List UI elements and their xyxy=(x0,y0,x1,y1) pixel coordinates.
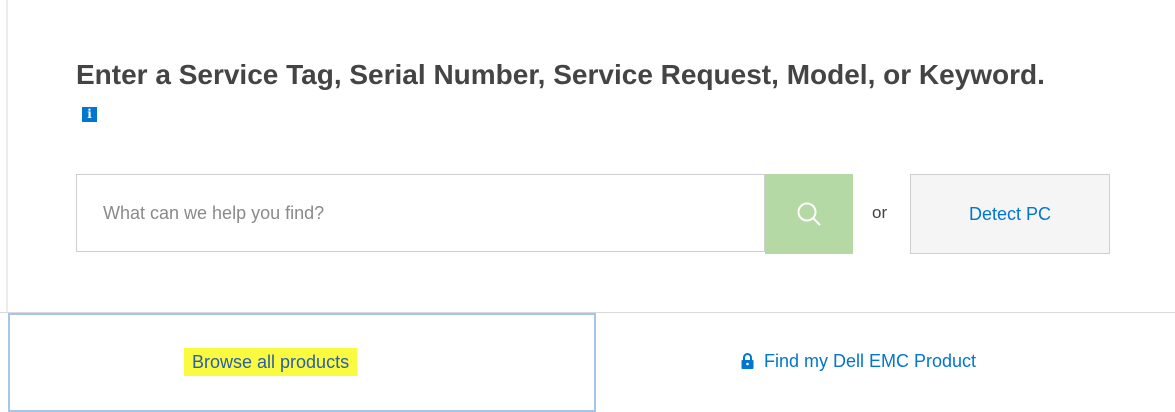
page-title: Enter a Service Tag, Serial Number, Serv… xyxy=(76,57,1056,129)
emc-tab-content: Find my Dell EMC Product xyxy=(741,349,976,373)
tab-find-my-dell-emc-product[interactable]: Find my Dell EMC Product xyxy=(596,313,1175,412)
find-my-dell-emc-product-label: Find my Dell EMC Product xyxy=(764,350,977,371)
left-edge-divider xyxy=(6,0,8,312)
detect-pc-button[interactable]: Detect PC xyxy=(910,174,1110,254)
search-icon xyxy=(797,202,821,226)
page-title-text: Enter a Service Tag, Serial Number, Serv… xyxy=(76,59,1045,90)
search-button[interactable] xyxy=(765,174,853,254)
tab-browse-all-products[interactable]: Browse all products xyxy=(8,313,596,412)
or-separator: or xyxy=(872,203,888,222)
search-input[interactable] xyxy=(77,175,764,251)
lock-icon xyxy=(741,353,754,369)
info-icon[interactable]: i xyxy=(82,107,97,122)
search-box xyxy=(76,174,765,252)
support-search-page: Enter a Service Tag, Serial Number, Serv… xyxy=(0,0,1175,412)
browse-all-products-label: Browse all products xyxy=(184,348,358,376)
